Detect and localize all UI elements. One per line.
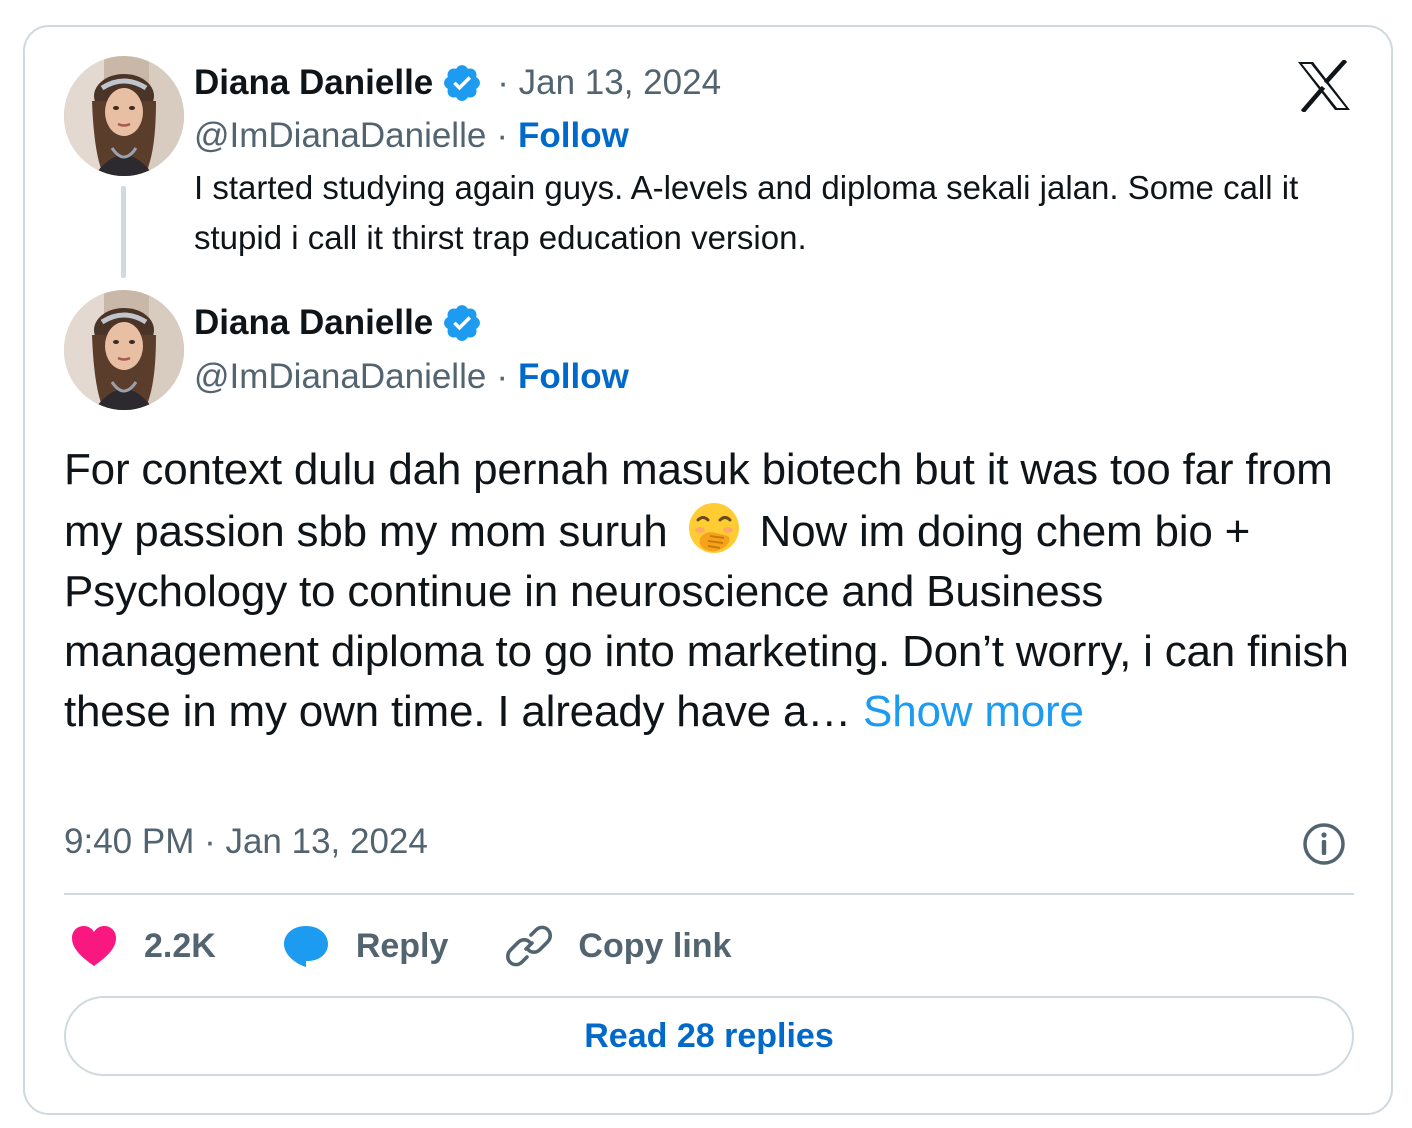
quoted-tweet-header: Diana Danielle · Jan 13, 2024 xyxy=(194,60,721,106)
author-handle[interactable]: @ImDianaDanielle xyxy=(194,357,486,397)
author-handle[interactable]: @ImDianaDanielle xyxy=(194,116,486,156)
reply-bubble-icon xyxy=(283,926,328,967)
main-tweet-header: Diana Danielle xyxy=(194,300,483,346)
quoted-tweet-text: I started studying again guys. A-levels … xyxy=(194,169,1299,256)
author-name[interactable]: Diana Danielle xyxy=(194,63,433,103)
follow-button[interactable]: Follow xyxy=(518,116,629,156)
divider xyxy=(64,893,1354,895)
verified-badge-icon xyxy=(444,305,481,341)
follow-button[interactable]: Follow xyxy=(518,357,629,397)
like-button[interactable]: 2.2K xyxy=(70,924,216,968)
reply-button[interactable]: Reply xyxy=(282,924,449,968)
copy-link-button[interactable]: Copy link xyxy=(506,923,731,969)
x-logo-icon[interactable] xyxy=(1296,60,1352,112)
show-more-link[interactable]: Show more xyxy=(863,687,1084,736)
tweet-timestamp[interactable]: 9:40 PM · Jan 13, 2024 xyxy=(64,822,428,862)
link-icon xyxy=(506,925,553,967)
separator: · xyxy=(496,116,508,155)
separator: · xyxy=(496,357,508,396)
copy-link-label: Copy link xyxy=(578,926,732,965)
main-tweet-handle-row: @ImDianaDanielle · Follow xyxy=(194,354,629,400)
avatar[interactable] xyxy=(64,56,184,176)
tweet-text: For context dulu dah pernah masuk biotec… xyxy=(64,440,1354,742)
read-replies-button[interactable]: Read 28 replies xyxy=(64,996,1354,1076)
reply-label: Reply xyxy=(355,926,449,965)
quoted-tweet-handle-row: @ImDianaDanielle · Follow xyxy=(194,113,629,159)
avatar[interactable] xyxy=(64,290,184,410)
thread-connector-line xyxy=(121,186,126,278)
tweet-date[interactable]: · Jan 13, 2024 xyxy=(497,63,721,103)
info-icon[interactable] xyxy=(1302,822,1346,866)
tweet-actions: 2.2K Reply Copy link xyxy=(64,916,731,976)
author-name[interactable]: Diana Danielle xyxy=(194,303,433,343)
face-with-hand-over-mouth-icon xyxy=(688,503,739,553)
verified-badge-icon xyxy=(444,65,481,101)
heart-icon xyxy=(72,926,116,966)
like-count: 2.2K xyxy=(144,926,216,965)
